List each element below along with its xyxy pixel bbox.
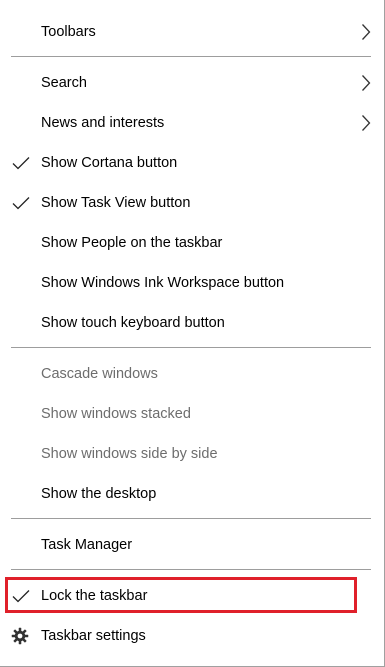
menu-item-label: News and interests xyxy=(41,115,165,131)
menu-item-label: Taskbar settings xyxy=(41,628,146,644)
menu-item-label: Show People on the taskbar xyxy=(41,235,223,251)
menu-item-label: Search xyxy=(41,75,87,91)
menu-item-show-windows-ink[interactable]: Show Windows Ink Workspace button xyxy=(0,263,384,303)
menu-item-show-the-desktop[interactable]: Show the desktop xyxy=(0,474,384,514)
menu-item-label: Show Task View button xyxy=(41,195,191,211)
menu-item-toolbars[interactable]: Toolbars xyxy=(0,12,384,52)
menu-item-label: Toolbars xyxy=(41,24,96,40)
menu-separator xyxy=(11,569,371,570)
menu-item-search[interactable]: Search xyxy=(0,63,384,103)
menu-item-label: Cascade windows xyxy=(41,366,158,382)
menu-item-label: Show the desktop xyxy=(41,486,157,502)
menu-item-show-windows-stacked: Show windows stacked xyxy=(0,394,384,434)
menu-item-news-and-interests[interactable]: News and interests xyxy=(0,103,384,143)
taskbar-context-menu: Toolbars Search News and interests Show … xyxy=(0,0,385,667)
gear-icon xyxy=(11,627,29,645)
menu-item-label: Show touch keyboard button xyxy=(41,315,225,331)
highlight-annotation-box xyxy=(5,577,357,613)
menu-item-cascade-windows: Cascade windows xyxy=(0,354,384,394)
menu-item-task-manager[interactable]: Task Manager xyxy=(0,525,384,565)
menu-item-label: Show windows side by side xyxy=(41,446,218,462)
menu-item-label: Show windows stacked xyxy=(41,406,191,422)
menu-item-label: Show Windows Ink Workspace button xyxy=(41,275,285,291)
menu-item-show-cortana-button[interactable]: Show Cortana button xyxy=(0,143,384,183)
menu-item-show-touch-keyboard[interactable]: Show touch keyboard button xyxy=(0,303,384,343)
menu-item-label: Show Cortana button xyxy=(41,155,178,171)
menu-item-show-windows-side-by-side: Show windows side by side xyxy=(0,434,384,474)
chevron-right-icon xyxy=(362,115,371,131)
menu-item-show-people[interactable]: Show People on the taskbar xyxy=(0,223,384,263)
checkmark-icon xyxy=(12,197,30,210)
chevron-right-icon xyxy=(362,24,371,40)
menu-item-taskbar-settings[interactable]: Taskbar settings xyxy=(0,616,384,656)
menu-item-show-task-view-button[interactable]: Show Task View button xyxy=(0,183,384,223)
menu-separator xyxy=(11,56,371,57)
menu-separator xyxy=(11,347,371,348)
chevron-right-icon xyxy=(362,75,371,91)
checkmark-icon xyxy=(12,157,30,170)
menu-item-label: Task Manager xyxy=(41,537,133,553)
menu-separator xyxy=(11,518,371,519)
